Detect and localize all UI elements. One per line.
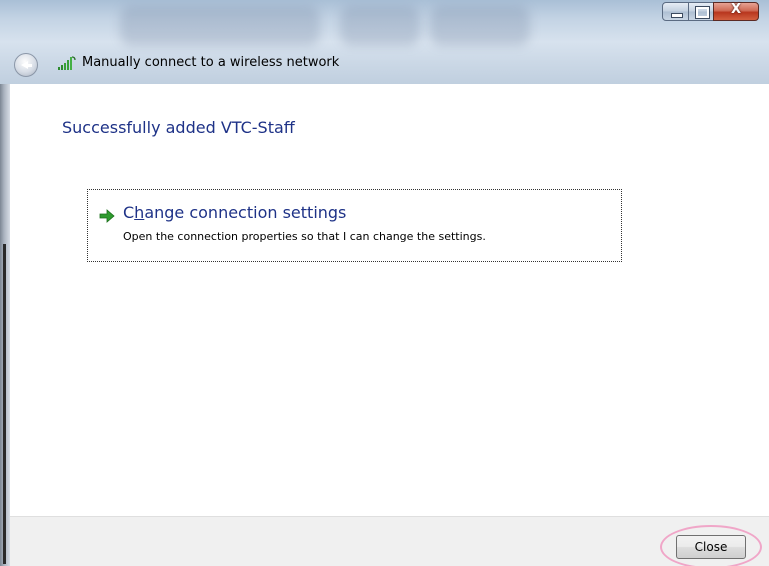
close-button[interactable]: Close (676, 535, 746, 559)
wireless-signal-icon (58, 56, 76, 70)
window-controls: X (662, 2, 759, 24)
glass-blur-decoration (340, 6, 420, 46)
close-window-button[interactable]: X (713, 2, 759, 21)
task-title: Change connection settings (123, 203, 346, 222)
page-heading: Successfully added VTC-Staff (62, 118, 295, 137)
task-title-rest: ange connection settings (144, 203, 347, 222)
task-title-access-key: h (134, 203, 145, 222)
glass-blur-decoration (120, 6, 320, 46)
maximize-button[interactable] (688, 2, 714, 21)
back-button[interactable] (14, 53, 38, 77)
dialog-window: X Manually connect to a wireless network… (0, 0, 769, 566)
window-left-edge (0, 84, 10, 566)
task-description: Open the connection properties so that I… (123, 230, 486, 243)
task-title-prefix: C (123, 203, 135, 222)
minimize-button[interactable] (662, 2, 689, 21)
glass-blur-decoration (430, 6, 530, 46)
change-connection-settings-link[interactable]: Change connection settings Open the conn… (87, 189, 622, 262)
green-arrow-icon (99, 209, 115, 223)
title-bar[interactable]: X Manually connect to a wireless network (0, 0, 769, 84)
window-title: Manually connect to a wireless network (82, 55, 340, 70)
main-content: Successfully added VTC-Staff Change conn… (10, 84, 769, 516)
button-footer: Close (10, 516, 769, 566)
close-x-icon: X (730, 2, 742, 17)
